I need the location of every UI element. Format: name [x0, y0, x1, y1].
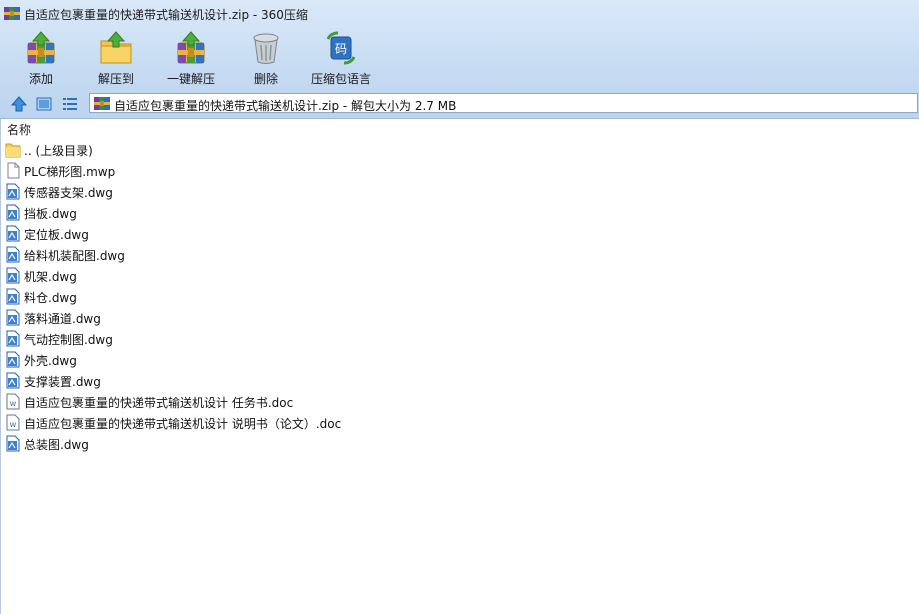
file-row[interactable]: PLC梯形图.mwp [5, 160, 605, 180]
doc-file-icon: W [6, 414, 20, 431]
file-row[interactable]: W 自适应包裹重量的快递带式输送机设计 任务书.doc [5, 391, 605, 411]
archive-language-button[interactable]: 码 压缩包语言 [308, 27, 374, 87]
file-name: 自适应包裹重量的快递带式输送机设计 任务书.doc [24, 396, 294, 410]
file-row[interactable]: 支撑装置.dwg [5, 370, 605, 390]
blank-file-icon [7, 162, 20, 179]
file-row[interactable]: 机架.dwg [5, 265, 605, 285]
dwg-file-icon [6, 351, 20, 368]
file-row[interactable]: 传感器支架.dwg [5, 181, 605, 201]
dwg-file-icon [6, 204, 20, 221]
address-text: 自适应包裹重量的快递带式输送机设计.zip - 解包大小为 2.7 MB [114, 99, 457, 113]
parent-directory-row[interactable]: .. (上级目录) [5, 139, 605, 159]
dwg-file-icon [6, 225, 20, 242]
window-title: 自适应包裹重量的快递带式输送机设计.zip - 360压缩 [24, 8, 308, 22]
window-chrome: 自适应包裹重量的快递带式输送机设计.zip - 360压缩 添加 解压到 一键解… [0, 0, 919, 119]
file-row[interactable]: 外壳.dwg [5, 349, 605, 369]
list-view-icon[interactable] [61, 95, 79, 113]
file-row[interactable]: 料仓.dwg [5, 286, 605, 306]
file-row[interactable]: 定位板.dwg [5, 223, 605, 243]
delete-button-label: 删除 [253, 72, 278, 86]
file-name: 外壳.dwg [24, 354, 77, 368]
file-row[interactable]: 挡板.dwg [5, 202, 605, 222]
add-archive-icon [27, 31, 55, 64]
dwg-file-icon [6, 267, 20, 284]
file-row[interactable]: 给料机装配图.dwg [5, 244, 605, 264]
archive-language-icon: 码 [326, 31, 356, 65]
file-row[interactable]: 落料通道.dwg [5, 307, 605, 327]
extract-to-button[interactable]: 解压到 [90, 27, 142, 87]
dwg-file-icon [6, 246, 20, 263]
file-row[interactable]: 气动控制图.dwg [5, 328, 605, 348]
extract-to-icon [100, 31, 132, 64]
one-click-extract-button-label: 一键解压 [166, 72, 215, 86]
file-name: 落料通道.dwg [24, 312, 101, 326]
dwg-file-icon [6, 183, 20, 200]
file-name: 传感器支架.dwg [24, 186, 113, 200]
address-bar[interactable]: 自适应包裹重量的快递带式输送机设计.zip - 解包大小为 2.7 MB [89, 93, 918, 113]
file-name: 给料机装配图.dwg [24, 249, 125, 263]
up-arrow-icon[interactable] [10, 95, 28, 113]
add-button[interactable]: 添加 [16, 27, 66, 87]
file-row[interactable]: 总装图.dwg [5, 433, 605, 453]
file-name: 支撑装置.dwg [24, 375, 101, 389]
folder-icon [5, 143, 21, 158]
file-name: 料仓.dwg [24, 291, 77, 305]
toolbar: 添加 解压到 一键解压 删除 码 压缩包语言 [0, 27, 919, 89]
dwg-file-icon [6, 330, 20, 347]
title-bar: 自适应包裹重量的快递带式输送机设计.zip - 360压缩 [0, 0, 919, 26]
file-name: 总装图.dwg [24, 438, 89, 452]
doc-file-icon: W [6, 393, 20, 410]
file-name: .. (上级目录) [24, 144, 93, 158]
one-click-extract-icon [177, 31, 205, 64]
address-row: 自适应包裹重量的快递带式输送机设计.zip - 解包大小为 2.7 MB [0, 92, 919, 116]
file-name: 定位板.dwg [24, 228, 89, 242]
file-name: 自适应包裹重量的快递带式输送机设计 说明书（论文）.doc [24, 417, 342, 431]
one-click-extract-button[interactable]: 一键解压 [162, 27, 220, 87]
archive-language-button-label: 压缩包语言 [310, 72, 371, 86]
add-button-label: 添加 [28, 72, 53, 86]
dwg-file-icon [6, 288, 20, 305]
trash-can-icon [253, 33, 279, 64]
file-name: 挡板.dwg [24, 207, 77, 221]
extract-to-button-label: 解压到 [97, 72, 134, 86]
file-name: PLC梯形图.mwp [24, 165, 116, 179]
file-name: 气动控制图.dwg [24, 333, 113, 347]
delete-button[interactable]: 删除 [242, 27, 290, 87]
file-name: 机架.dwg [24, 270, 77, 284]
file-row[interactable]: W 自适应包裹重量的快递带式输送机设计 说明书（论文）.doc [5, 412, 605, 432]
large-icon-view-icon[interactable] [35, 95, 53, 113]
dwg-file-icon [6, 372, 20, 389]
zip-archive-icon [4, 7, 20, 20]
file-list: 名称 .. (上级目录) PLC梯形图.mwp 传感器支架.dwg 挡板.dwg 定位板… [0, 119, 919, 614]
zip-archive-icon [94, 97, 110, 110]
svg-text:W: W [10, 421, 17, 429]
column-header-name[interactable]: 名称 [7, 121, 31, 138]
dwg-file-icon [6, 435, 20, 452]
svg-text:码: 码 [335, 42, 347, 56]
dwg-file-icon [6, 309, 20, 326]
svg-text:W: W [10, 400, 17, 408]
